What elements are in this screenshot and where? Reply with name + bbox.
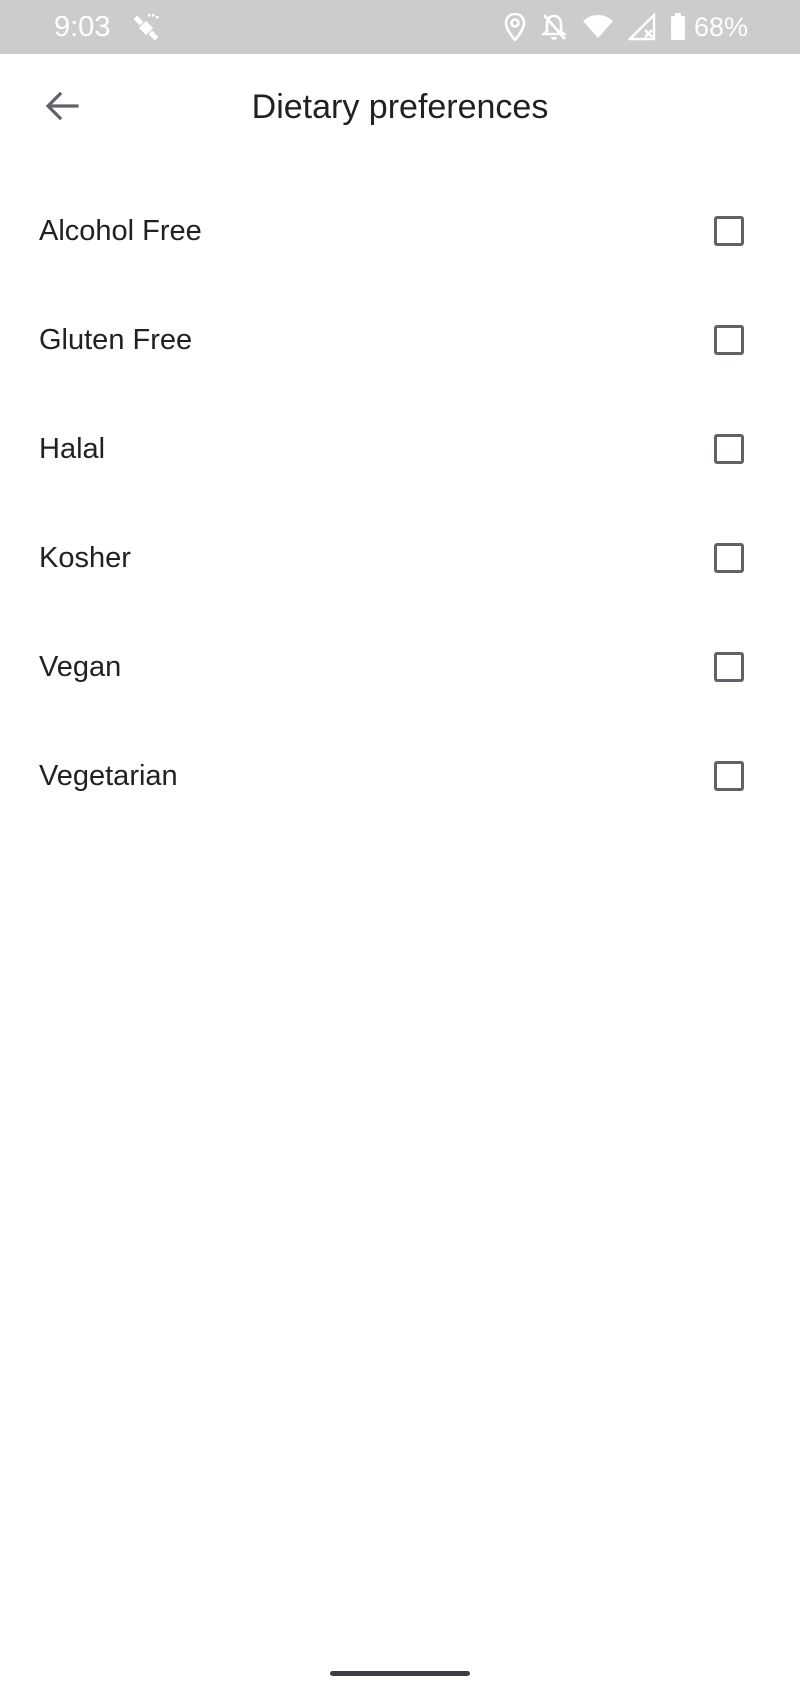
vegan-checkbox[interactable] [714,652,744,682]
preference-item-gluten-free[interactable]: Gluten Free [0,288,800,397]
gluten-free-checkbox[interactable] [714,325,744,355]
status-bar: 9:03 68% [0,0,800,54]
dietary-preferences-list: Alcohol Free Gluten Free Halal Kosher Ve… [0,179,800,833]
gesture-nav-handle[interactable] [330,1671,470,1676]
preference-item-vegetarian[interactable]: Vegetarian [0,724,800,833]
preference-item-halal[interactable]: Halal [0,397,800,506]
alcohol-free-checkbox[interactable] [714,216,744,246]
app-bar: Dietary preferences [0,54,800,164]
preference-label: Gluten Free [39,324,193,356]
status-time: 9:03 [54,11,111,43]
preference-label: Vegan [39,651,122,683]
notifications-off-icon [540,12,568,42]
battery-percent: 68% [693,12,748,42]
cellular-no-data-icon [627,13,656,41]
preference-label: Halal [39,433,106,465]
status-icons: 68% [504,10,748,44]
preference-item-vegan[interactable]: Vegan [0,615,800,724]
preference-label: Vegetarian [39,760,178,792]
preference-item-alcohol-free[interactable]: Alcohol Free [0,179,800,288]
location-icon [504,13,526,41]
preference-label: Kosher [39,542,131,574]
preference-item-kosher[interactable]: Kosher [0,506,800,615]
wifi-icon [582,14,614,40]
vegetarian-checkbox[interactable] [714,761,744,791]
halal-checkbox[interactable] [714,434,744,464]
screen: 9:03 68% Dietary preferences Alcohol Fre… [0,0,800,1689]
battery-icon [670,13,686,41]
preference-label: Alcohol Free [39,215,202,247]
kosher-checkbox[interactable] [714,543,744,573]
satellite-icon [130,12,162,44]
page-title: Dietary preferences [251,88,549,126]
